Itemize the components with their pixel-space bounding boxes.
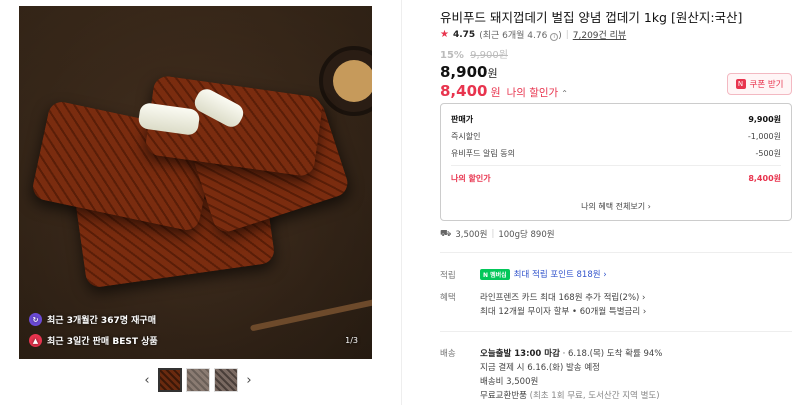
instant-discount-value: -1,000원	[747, 132, 781, 141]
accumulation-label: 적립	[440, 271, 456, 281]
rating-detail: (최근 6개월 4.76 i)	[479, 28, 562, 41]
info-icon[interactable]: i	[550, 33, 559, 41]
thumb-next-arrow[interactable]: ›	[242, 368, 256, 392]
price-row: 8,900원	[440, 62, 498, 81]
coupon-button[interactable]: N 쿠폰 받기	[727, 73, 792, 95]
product-page: ↻ 최근 3개월간 367명 재구매 ▲ 최근 3일간 판매 BEST 상품 1…	[0, 0, 800, 405]
thumbnail-strip: ‹ ›	[140, 368, 256, 392]
original-price: 9,900원	[470, 50, 508, 61]
price-breakdown-box: 판매가 9,900원 즉시할인 -1,000원 유비푸드 알림 동의 -500원…	[440, 103, 792, 221]
alarm-discount-label: 유비푸드 알림 동의	[451, 149, 515, 158]
free-return-line: 무료교환반품 (최초 1회 무료, 도서산간 지역 별도)	[480, 389, 660, 401]
alarm-discount-row: 유비푸드 알림 동의 -500원	[451, 148, 781, 159]
star-icon: ★	[440, 29, 449, 40]
free-return-note: (최초 1회 무료, 도서산간 지역 별도)	[526, 391, 660, 401]
delivery-today-line: 오늘출발 13:00 마감 · 6.18.(목) 도착 확률 94%	[480, 347, 662, 359]
arrival-probability: · 6.18.(목) 도착 확률 94%	[559, 349, 663, 359]
view-all-benefits-link[interactable]: 나의 혜택 전체보기 ›	[441, 201, 791, 212]
shipping-fee: 3,500원	[455, 230, 488, 240]
naver-icon: N	[735, 79, 746, 89]
price-box-divider	[451, 165, 781, 166]
product-title: 유비푸드 돼지껍데기 벌집 양념 껍데기 1kg [원산지:국산]	[440, 10, 743, 25]
instant-discount-label: 즉시할인	[451, 132, 481, 141]
my-price-total-row: 나의 할인가 8,400원	[451, 173, 781, 184]
section-divider	[440, 252, 792, 253]
image-badges: ↻ 최근 3개월간 367명 재구매 ▲ 최근 3일간 판매 BEST 상품	[29, 313, 158, 347]
image-counter: 1/3	[345, 336, 358, 345]
truck-icon: ⛟	[440, 228, 452, 239]
my-price-unit: 원	[490, 86, 501, 99]
chevron-up-icon[interactable]: ⌃	[561, 89, 568, 98]
section-divider	[440, 331, 792, 332]
benefits-label: 혜택	[440, 293, 456, 303]
delivery-fee-line: 배송비 3,500원	[480, 377, 539, 387]
rating-detail-text: (최근 6개월 4.76	[479, 31, 548, 41]
discount-rate: 15%	[440, 50, 464, 61]
sale-price-row: 판매가 9,900원	[451, 114, 781, 125]
review-link[interactable]: 7,209건 리뷰	[573, 28, 626, 41]
unit-price: 100g당 890원	[498, 230, 555, 240]
separator: |	[491, 229, 495, 239]
thumbnail-3[interactable]	[214, 368, 238, 392]
fire-icon: ▲	[29, 334, 42, 347]
delivery-label: 배송	[440, 349, 456, 359]
sale-price-value: 9,900원	[748, 115, 781, 124]
dispatch-schedule-line: 지금 결제 시 6.16.(화) 발송 예정	[480, 363, 600, 373]
my-discount-price: 8,400	[440, 82, 488, 100]
product-main-image[interactable]: ↻ 최근 3개월간 367명 재구매 ▲ 최근 3일간 판매 BEST 상품 1…	[19, 6, 372, 359]
my-price-total-value: 8,400원	[748, 174, 781, 183]
repurchase-badge: ↻ 최근 3개월간 367명 재구매	[29, 313, 158, 326]
discount-row: 15% 9,900원	[440, 46, 508, 61]
repurchase-badge-text: 최근 3개월간 367명 재구매	[47, 316, 156, 326]
installment-benefit-link[interactable]: 최대 12개월 무이자 할부 • 60개월 특별금리 ›	[480, 305, 646, 317]
shipping-fee-row: ⛟ 3,500원 | 100g당 890원	[440, 228, 555, 241]
instant-discount-row: 즉시할인 -1,000원	[451, 131, 781, 142]
price-unit: 원	[487, 67, 498, 80]
thumbnail-1[interactable]	[158, 368, 182, 392]
thumbnail-2[interactable]	[186, 368, 210, 392]
repurchase-icon: ↻	[29, 313, 42, 326]
alarm-discount-value: -500원	[755, 149, 781, 158]
rating-score: 4.75	[452, 29, 476, 40]
rating-row: ★ 4.75 (최근 6개월 4.76 i) | 7,209건 리뷰	[440, 28, 626, 41]
today-dispatch-cutoff: 오늘출발 13:00 마감	[480, 349, 560, 359]
best-seller-badge: ▲ 최근 3일간 판매 BEST 상품	[29, 334, 158, 347]
accumulation-link[interactable]: N 멤버십 최대 적립 포인트 818원 ›	[480, 268, 607, 280]
card-benefit-link[interactable]: 라인프렌즈 카드 최대 168원 추가 적립(2%) ›	[480, 291, 645, 303]
sale-price: 8,900	[440, 63, 488, 81]
my-price-total-label: 나의 할인가	[451, 174, 491, 183]
accumulation-text: 최대 적립 포인트 818원 ›	[513, 270, 607, 280]
thumb-prev-arrow[interactable]: ‹	[140, 368, 154, 392]
separator: |	[565, 29, 569, 40]
my-price-label: 나의 할인가	[506, 87, 559, 99]
divider	[401, 0, 402, 405]
coupon-label: 쿠폰 받기	[749, 80, 784, 90]
npay-membership-badge: N 멤버십	[480, 268, 510, 280]
sale-price-label: 판매가	[451, 115, 474, 124]
free-return-text: 무료교환반품	[480, 391, 527, 401]
rating-detail-close: )	[558, 31, 562, 41]
my-price-row[interactable]: 8,400 원 나의 할인가 ⌃	[440, 82, 568, 100]
best-seller-badge-text: 최근 3일간 판매 BEST 상품	[47, 337, 158, 347]
